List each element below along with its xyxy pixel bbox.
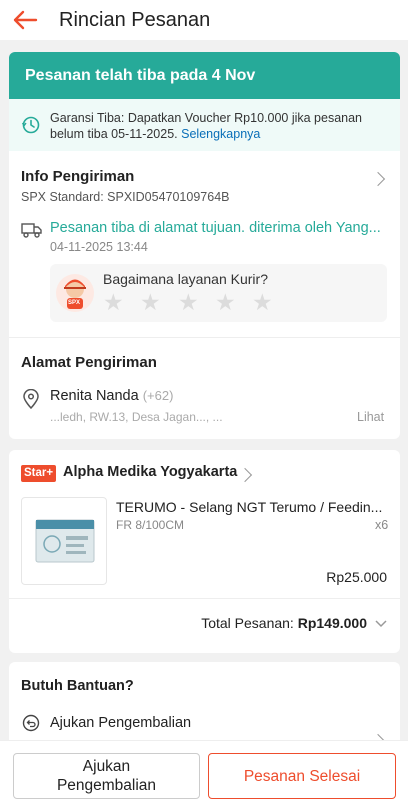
star-icon[interactable]: ★ xyxy=(140,289,161,316)
product-quantity: x6 xyxy=(375,518,389,532)
recipient-phone: (+62) xyxy=(142,388,174,403)
divider xyxy=(9,598,400,599)
recipient-line: Renita Nanda (+62) xyxy=(50,388,173,404)
order-total-value: Rp149.000 xyxy=(297,615,367,631)
order-items-section: Star+ Alpha Medika Yogyakarta TERUMO - S… xyxy=(9,450,400,653)
request-return-line1: Ajukan xyxy=(82,758,131,775)
order-status-banner: Pesanan telah tiba pada 4 Nov xyxy=(9,52,400,99)
order-complete-label: Pesanan Selesai xyxy=(243,767,361,785)
help-title: Butuh Bantuan? xyxy=(21,678,134,694)
star-icon[interactable]: ★ xyxy=(215,289,236,316)
page-title: Rincian Pesanan xyxy=(59,8,211,31)
clock-guarantee-icon xyxy=(21,116,40,134)
location-pin-icon xyxy=(23,389,39,409)
shipping-info-section: Info Pengiriman SPX Standard: SPXID05470… xyxy=(9,151,400,337)
delivery-timestamp: 04-11-2025 13:44 xyxy=(50,240,148,254)
star-plus-badge: Star+ xyxy=(21,465,57,482)
chevron-down-icon[interactable] xyxy=(375,620,387,628)
bottom-action-bar: Ajukan Pengembalian Pesanan Selesai xyxy=(0,740,408,800)
delivery-status[interactable]: Pesanan tiba di alamat tujuan. diterima … xyxy=(50,220,390,236)
rating-prompt: Bagaimana layanan Kurir? xyxy=(103,271,268,287)
courier-avatar-icon xyxy=(64,279,86,309)
truck-icon xyxy=(21,223,42,238)
address-detail: ...ledh, RW.13, Desa Jagan..., ... xyxy=(50,410,223,424)
order-total-label: Total Pesanan: xyxy=(201,615,294,631)
help-return-request[interactable]: Ajukan Pengembalian xyxy=(50,715,191,731)
address-title: Alamat Pengiriman xyxy=(21,354,157,371)
tracking-number: SPX Standard: SPXID05470109764B xyxy=(21,190,230,204)
back-button[interactable] xyxy=(0,0,50,40)
courier-badge: SPX xyxy=(68,300,81,306)
chevron-right-icon[interactable] xyxy=(370,171,386,187)
star-icon[interactable]: ★ xyxy=(252,289,273,316)
request-return-button[interactable]: Ajukan Pengembalian xyxy=(13,753,200,799)
star-icon[interactable]: ★ xyxy=(103,289,124,316)
address-section: Alamat Pengiriman Renita Nanda (+62) ...… xyxy=(9,337,400,439)
product-variant: FR 8/100CM xyxy=(116,518,185,532)
guarantee-more-link[interactable]: Selengkapnya xyxy=(181,127,260,141)
arrival-guarantee[interactable]: Garansi Tiba: Dapatkan Voucher Rp10.000 … xyxy=(9,99,400,151)
back-arrow-icon xyxy=(13,10,38,30)
help-section: Butuh Bantuan? Ajukan Pengembalian xyxy=(9,662,400,752)
return-icon xyxy=(22,714,40,732)
product-price: Rp25.000 xyxy=(326,569,387,585)
chevron-right-icon[interactable] xyxy=(237,467,253,483)
recipient-name: Renita Nanda xyxy=(50,388,139,404)
star-icon[interactable]: ★ xyxy=(178,289,199,316)
order-status-text: Pesanan telah tiba pada 4 Nov xyxy=(25,66,256,84)
product-image[interactable] xyxy=(21,497,107,585)
top-bar: Rincian Pesanan xyxy=(0,0,408,40)
courier-rating-box: SPX Bagaimana layanan Kurir? ★ ★ ★ ★ ★ xyxy=(50,264,387,322)
courier-avatar: SPX xyxy=(56,274,94,312)
product-name[interactable]: TERUMO - Selang NGT Terumo / Feedin... xyxy=(116,499,392,515)
guarantee-text-block: Garansi Tiba: Dapatkan Voucher Rp10.000 … xyxy=(50,110,388,142)
order-total[interactable]: Total Pesanan: Rp149.000 xyxy=(201,615,367,631)
address-see-more[interactable]: Lihat xyxy=(357,410,384,424)
shop-name[interactable]: Alpha Medika Yogyakarta xyxy=(63,464,237,480)
request-return-line2: Pengembalian xyxy=(56,777,157,794)
order-complete-button[interactable]: Pesanan Selesai xyxy=(208,753,396,799)
product-package-icon xyxy=(35,519,95,563)
shipping-title: Info Pengiriman xyxy=(21,168,135,185)
